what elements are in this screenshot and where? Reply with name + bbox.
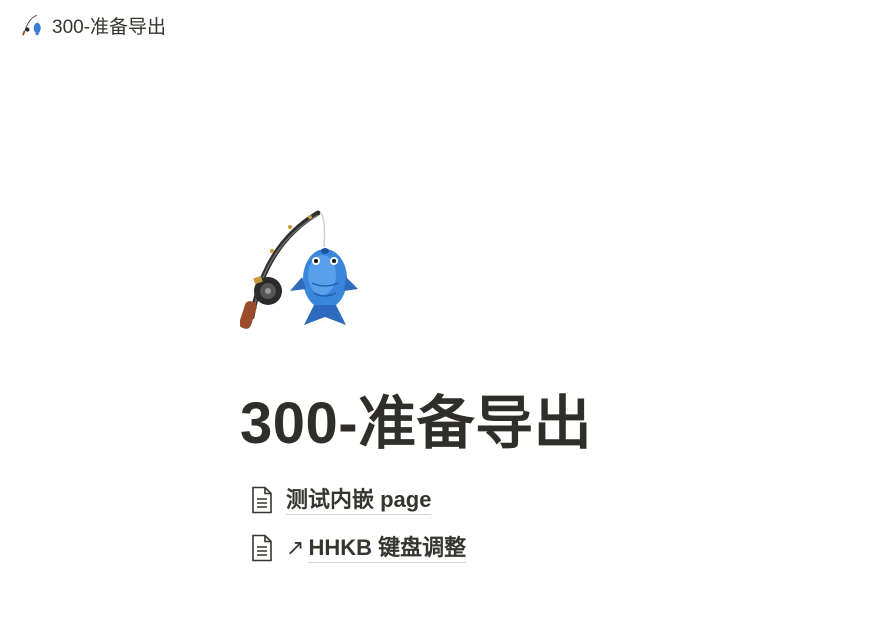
page-icon xyxy=(252,486,272,514)
fishing-pole-icon[interactable] xyxy=(240,205,360,330)
page-links: 测试内嵌 page ↗ HHKB 键盘调整 xyxy=(240,482,840,566)
page-title[interactable]: 300-准备导出 xyxy=(240,392,840,456)
page-link-item[interactable]: ↗ HHKB 键盘调整 xyxy=(240,530,840,566)
top-bar: 300-准备导出 xyxy=(0,0,885,50)
page-link-label[interactable]: HHKB 键盘调整 xyxy=(308,534,467,563)
breadcrumb-title: 300-准备导出 xyxy=(52,16,167,38)
page-content: 300-准备导出 测试内嵌 page ↗ HHKB 键盘调整 xyxy=(240,205,840,578)
link-arrow-icon: ↗ xyxy=(286,535,305,560)
page-link-item[interactable]: 测试内嵌 page xyxy=(240,482,840,518)
page-link-label[interactable]: 测试内嵌 page xyxy=(286,486,432,515)
breadcrumb-page[interactable]: 300-准备导出 xyxy=(18,11,170,39)
page-icon xyxy=(252,534,272,562)
fishing-pole-icon xyxy=(22,14,41,36)
